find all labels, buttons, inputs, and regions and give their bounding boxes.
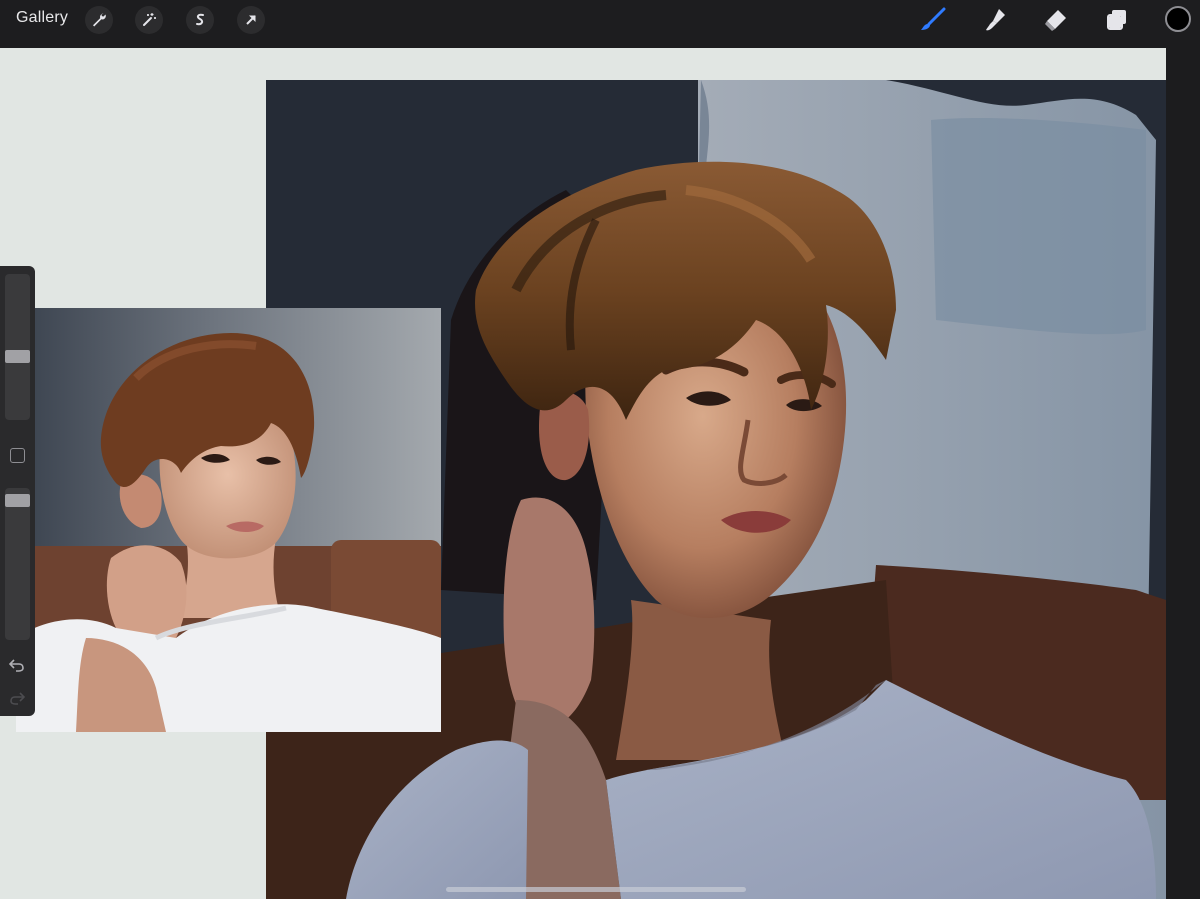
selection-icon[interactable] xyxy=(186,6,214,34)
redo-icon[interactable] xyxy=(6,689,28,707)
layers-icon[interactable] xyxy=(1102,6,1132,34)
brush-size-slider[interactable] xyxy=(5,274,30,420)
home-indicator xyxy=(446,887,746,892)
eraser-icon[interactable] xyxy=(1041,6,1071,34)
smudge-icon[interactable] xyxy=(980,6,1010,34)
reference-photo[interactable] xyxy=(16,308,441,732)
brush-size-thumb[interactable] xyxy=(5,350,30,363)
brush-icon[interactable] xyxy=(918,6,948,34)
wrench-icon[interactable] xyxy=(85,6,113,34)
gallery-button[interactable]: Gallery xyxy=(16,9,68,27)
top-toolbar: Gallery xyxy=(0,0,1200,40)
color-picker-button[interactable] xyxy=(1165,6,1191,32)
transform-arrow-icon[interactable] xyxy=(237,6,265,34)
modify-button[interactable] xyxy=(10,448,25,463)
magic-wand-icon[interactable] xyxy=(135,6,163,34)
undo-icon[interactable] xyxy=(6,656,28,674)
opacity-slider[interactable] xyxy=(5,488,30,640)
opacity-thumb[interactable] xyxy=(5,494,30,507)
brush-sidebar xyxy=(0,266,35,716)
